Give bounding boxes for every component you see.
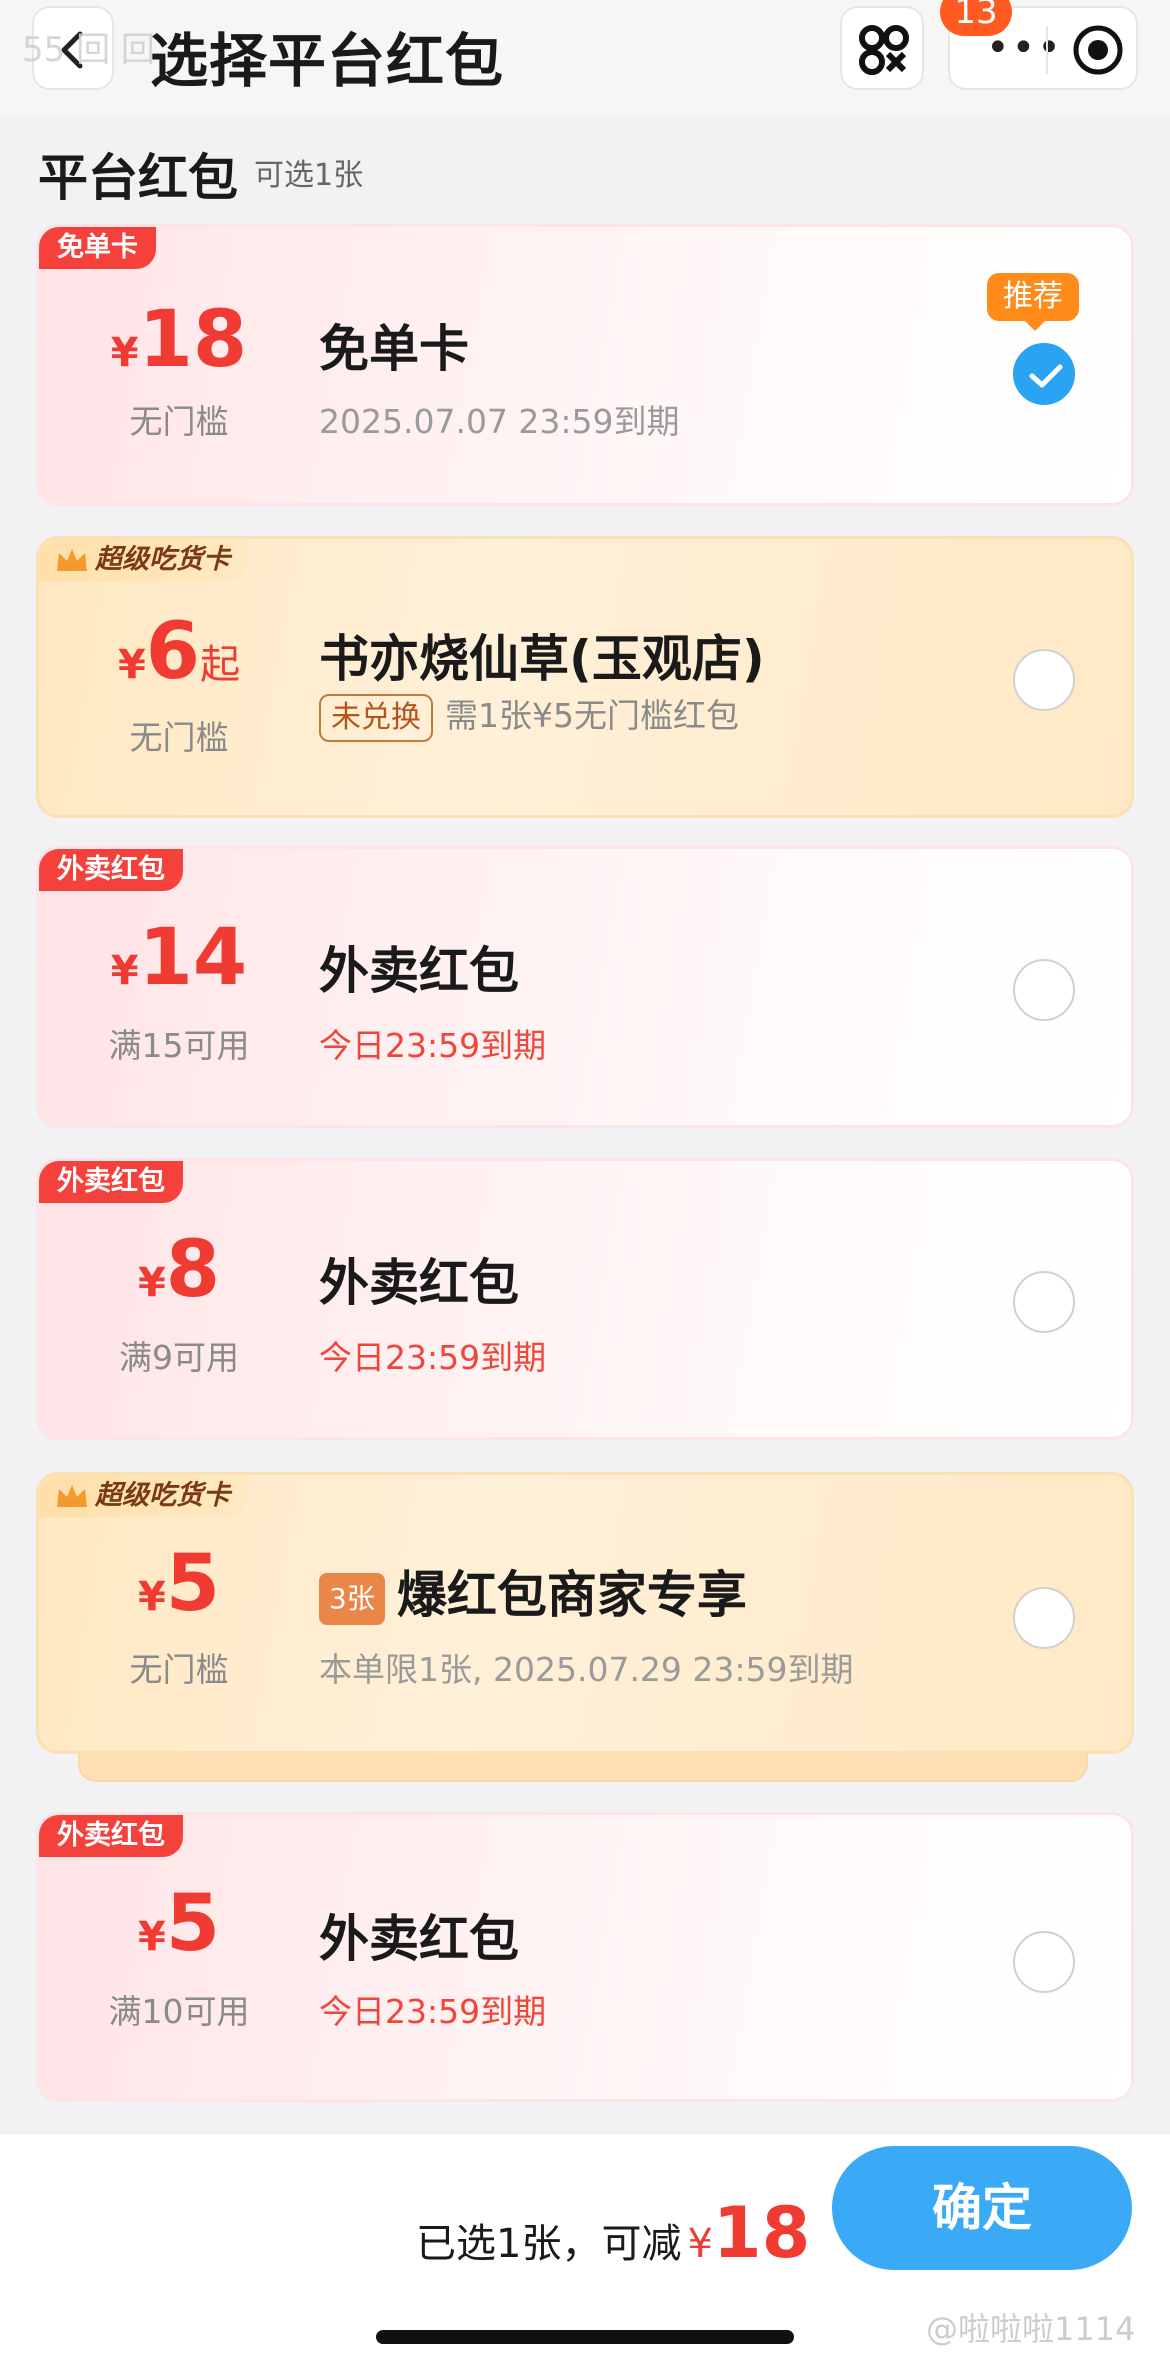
watermark-bottom: @啦啦啦1114 <box>926 2310 1136 2348</box>
coupon-expiry: 今日23:59到期 <box>319 1338 547 1377</box>
select-radio[interactable] <box>1013 1271 1075 1333</box>
page-title: 选择平台红包 <box>150 27 505 95</box>
crown-icon <box>57 549 87 571</box>
coupon-card[interactable]: 外卖红包 ¥8 满9可用 外卖红包 今日23:59到期 <box>36 1158 1134 1440</box>
coupon-amount: ¥18 <box>39 295 319 385</box>
coupon-condition: 无门槛 <box>129 402 229 441</box>
amount-value: 6 <box>145 607 201 697</box>
coupon-amount: ¥6起 <box>39 607 319 697</box>
coupon-condition: 满15可用 <box>108 1026 250 1065</box>
card-tag-label: 超级吃货卡 <box>95 1480 230 1511</box>
selection-summary: 已选1张，可减 ¥18 <box>416 2192 810 2274</box>
coupon-card[interactable]: 免单卡 ¥18 无门槛 免单卡 2025.07.07 23:59到期 推荐 <box>36 224 1134 506</box>
qr-button[interactable] <box>840 6 924 90</box>
select-radio[interactable] <box>1013 1931 1075 1993</box>
currency-symbol: ¥ <box>137 1914 166 1960</box>
coupon-amount: ¥5 <box>39 1879 319 1969</box>
watermark-top: 55 回 回 <box>22 30 155 70</box>
requirement-text: 需1张¥5无门槛红包 <box>445 696 739 735</box>
coupon-name: 外卖红包 <box>319 1254 519 1312</box>
coupon-condition: 满10可用 <box>108 1992 250 2031</box>
coupon-card[interactable]: 超级吃货卡 ¥6起 无门槛 书亦烧仙草(玉观店) 未兑换 需1张¥5无门槛红包 <box>36 536 1134 818</box>
currency-symbol: ¥ <box>687 2221 713 2267</box>
currency-symbol: ¥ <box>137 1260 166 1306</box>
discount-total: 18 <box>712 2192 811 2274</box>
coupon-expiry: 今日23:59到期 <box>319 1992 547 2031</box>
count-badge: 3张 <box>319 1572 385 1625</box>
coupon-expiry: 本单限1张, 2025.07.29 23:59到期 <box>319 1650 854 1689</box>
coupon-card[interactable]: 外卖红包 ¥14 满15可用 外卖红包 今日23:59到期 <box>36 846 1134 1128</box>
recommend-badge: 推荐 <box>987 273 1079 331</box>
currency-symbol: ¥ <box>137 1574 166 1620</box>
card-tag: 外卖红包 <box>39 1815 183 1857</box>
coupon-condition: 满9可用 <box>119 1338 239 1377</box>
summary-text: 已选1张，可减 <box>416 2221 682 2267</box>
coupon-name-row: 3张 爆红包商家专享 <box>319 1555 747 1627</box>
currency-symbol: ¥ <box>110 330 139 376</box>
card-tag: 外卖红包 <box>39 1161 183 1203</box>
close-miniapp-icon[interactable] <box>1068 20 1128 80</box>
amount-value: 5 <box>165 1539 221 1629</box>
capsule-divider <box>1046 26 1048 74</box>
coupon-card[interactable]: 超级吃货卡 ¥5 无门槛 3张 爆红包商家专享 本单限1张, 2025.07.29… <box>36 1472 1134 1754</box>
select-radio[interactable] <box>1013 649 1075 711</box>
coupon-condition: 无门槛 <box>129 1650 229 1689</box>
crown-icon <box>57 1485 87 1507</box>
card-tag: 免单卡 <box>39 227 156 269</box>
home-indicator <box>376 2330 794 2344</box>
coupon-name: 爆红包商家专享 <box>396 1566 747 1624</box>
coupon-amount: ¥8 <box>39 1225 319 1315</box>
more-icon[interactable]: ••• <box>986 28 1063 68</box>
coupon-name: 免单卡 <box>319 320 469 378</box>
notification-badge: 13 <box>940 0 1012 36</box>
coupon-expiry: 2025.07.07 23:59到期 <box>319 402 680 441</box>
confirm-button[interactable]: 确定 <box>832 2146 1132 2270</box>
select-radio[interactable] <box>1013 1587 1075 1649</box>
section-title: 平台红包 <box>38 149 238 207</box>
top-bar: 55 回 回 选择平台红包 ••• 13 <box>0 0 1170 114</box>
currency-symbol: ¥ <box>117 642 146 688</box>
amount-value: 18 <box>138 295 248 385</box>
section-subtitle: 可选1张 <box>254 158 364 193</box>
amount-value: 5 <box>165 1879 221 1969</box>
coupon-name: 外卖红包 <box>319 1910 519 1968</box>
coupon-amount: ¥14 <box>39 913 319 1003</box>
select-radio-checked[interactable] <box>1013 343 1075 405</box>
card-tag: 外卖红包 <box>39 849 183 891</box>
select-radio[interactable] <box>1013 959 1075 1021</box>
coupon-amount: ¥5 <box>39 1539 319 1629</box>
card-tag: 超级吃货卡 <box>39 1475 248 1517</box>
status-pill: 未兑换 <box>319 694 433 742</box>
coupon-name: 书亦烧仙草(玉观店) <box>319 630 765 688</box>
coupon-condition: 无门槛 <box>129 718 229 757</box>
amount-suffix: 起 <box>200 642 241 688</box>
amount-value: 14 <box>138 913 248 1003</box>
scan-icon <box>859 25 909 75</box>
coupon-name: 外卖红包 <box>319 942 519 1000</box>
coupon-card[interactable]: 外卖红包 ¥5 满10可用 外卖红包 今日23:59到期 <box>36 1812 1134 2102</box>
coupon-expiry: 今日23:59到期 <box>319 1026 547 1065</box>
check-icon <box>1029 364 1063 388</box>
card-tag: 超级吃货卡 <box>39 539 248 581</box>
card-tag-label: 超级吃货卡 <box>95 544 230 575</box>
coupon-requirement: 未兑换 需1张¥5无门槛红包 <box>319 689 739 742</box>
amount-value: 8 <box>165 1225 221 1315</box>
currency-symbol: ¥ <box>110 948 139 994</box>
